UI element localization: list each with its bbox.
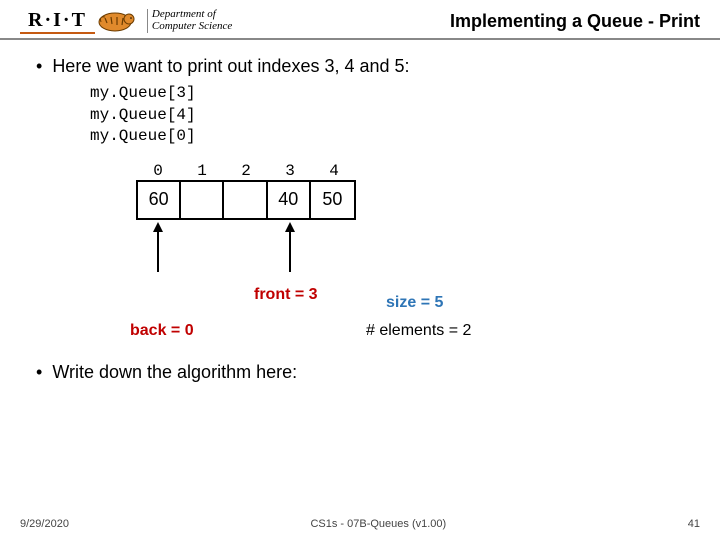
arrow-up-icon <box>150 222 166 272</box>
bullet-dot-icon <box>36 362 42 383</box>
dept-line2: Computer Science <box>152 21 232 33</box>
index-3: 3 <box>268 162 312 180</box>
cell-2 <box>224 182 267 218</box>
cell-4: 50 <box>311 182 354 218</box>
array-cells: 60 40 50 <box>136 180 356 220</box>
front-label: front = 3 <box>254 286 318 304</box>
index-2: 2 <box>224 162 268 180</box>
index-0: 0 <box>136 162 180 180</box>
slide-content: Here we want to print out indexes 3, 4 a… <box>0 40 720 383</box>
tiger-icon <box>97 8 145 34</box>
code-line-1: my.Queue[3] <box>90 83 684 105</box>
rit-logo-text: R·I·T <box>20 9 95 34</box>
slide-title: Implementing a Queue - Print <box>450 11 700 32</box>
slide-footer: 9/29/2020 CS1s - 07B-Queues (v1.00) 41 <box>0 518 720 530</box>
elements-label: # elements = 2 <box>366 322 471 340</box>
footer-center: CS1s - 07B-Queues (v1.00) <box>310 518 446 530</box>
bullet-2: Write down the algorithm here: <box>36 362 684 383</box>
index-4: 4 <box>312 162 356 180</box>
footer-date: 9/29/2020 <box>20 518 69 530</box>
cell-0: 60 <box>138 182 181 218</box>
code-line-2: my.Queue[4] <box>90 105 684 127</box>
slide-header: R·I·T Department of Computer Science Imp… <box>0 0 720 40</box>
back-label: back = 0 <box>130 322 194 340</box>
array-indices: 0 1 2 3 4 <box>136 162 684 180</box>
arrow-up-icon <box>282 222 298 272</box>
bullet-dot-icon <box>36 56 42 77</box>
index-1: 1 <box>180 162 224 180</box>
footer-page: 41 <box>688 518 700 530</box>
size-label: size = 5 <box>386 294 443 312</box>
bullet-1-text: Here we want to print out indexes 3, 4 a… <box>52 56 409 77</box>
logo-block: R·I·T Department of Computer Science <box>20 8 232 34</box>
array-diagram: 0 1 2 3 4 60 40 50 front = 3 size = 5 ba… <box>136 162 684 362</box>
cell-1 <box>181 182 224 218</box>
cell-3: 40 <box>268 182 311 218</box>
code-block: my.Queue[3] my.Queue[4] my.Queue[0] <box>90 83 684 148</box>
bullet-2-text: Write down the algorithm here: <box>52 362 297 383</box>
bullet-1: Here we want to print out indexes 3, 4 a… <box>36 56 684 77</box>
department-label: Department of Computer Science <box>147 9 232 32</box>
code-line-3: my.Queue[0] <box>90 126 684 148</box>
rit-letters: R·I·T <box>28 9 87 32</box>
